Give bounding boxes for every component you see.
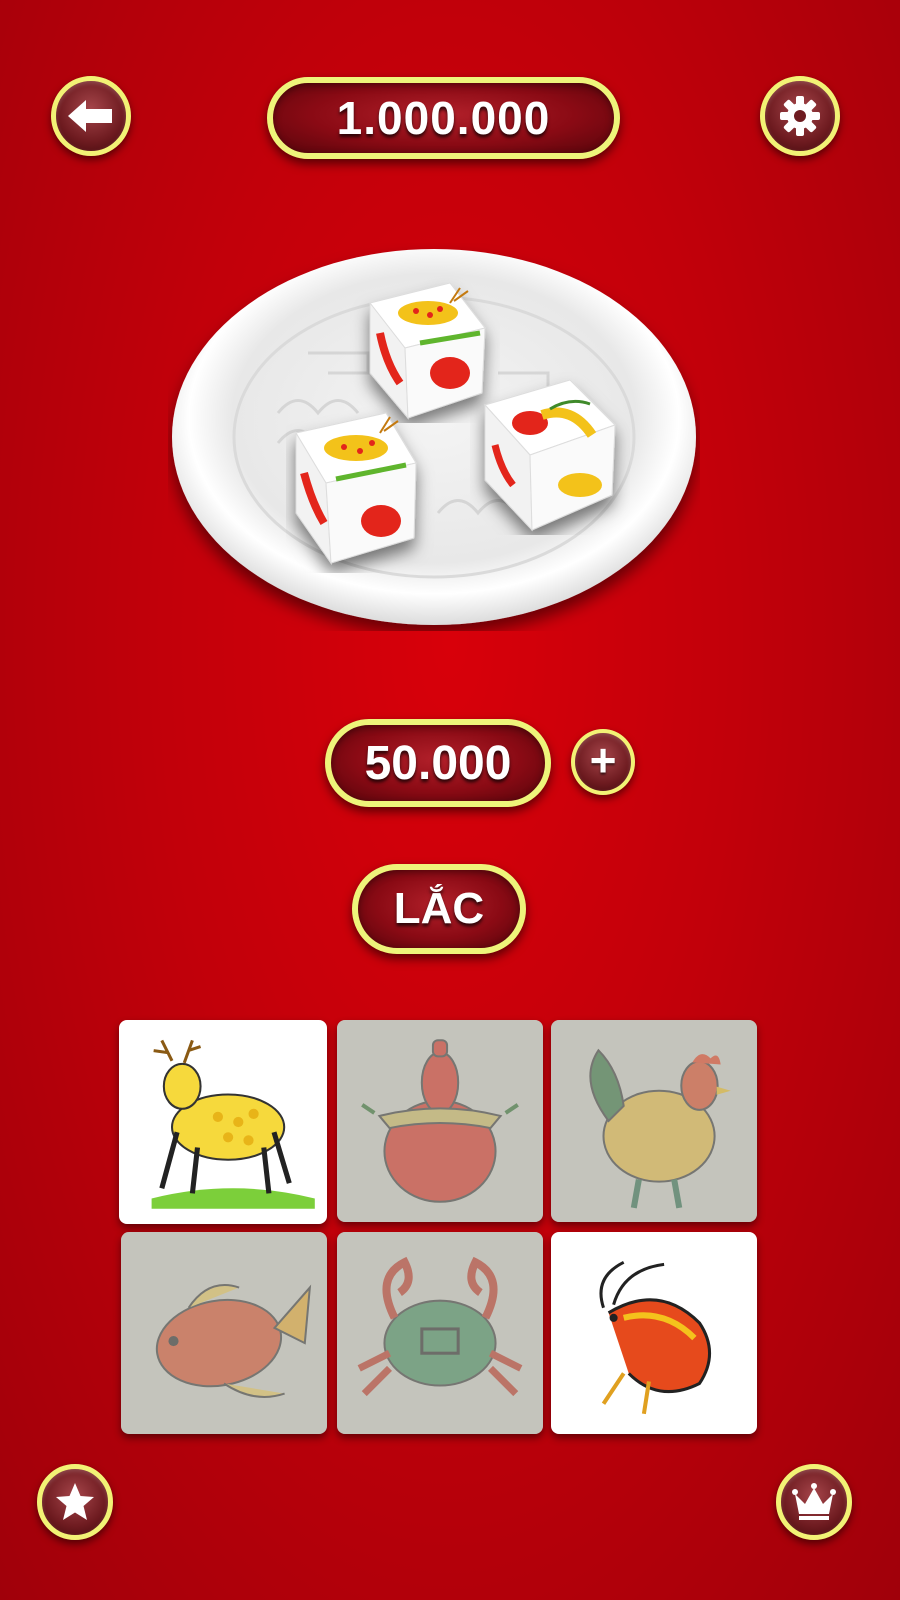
crab-icon — [357, 1256, 523, 1397]
shrimp-icon — [599, 1260, 711, 1415]
tile-deer[interactable] — [119, 1020, 327, 1224]
star-icon — [56, 1483, 94, 1520]
plus-icon: + — [589, 734, 617, 786]
balance-display: 1.000.000 — [267, 77, 620, 159]
die-3 — [484, 379, 616, 532]
tile-gourd[interactable] — [337, 1020, 543, 1222]
gear-icon — [780, 96, 820, 136]
arrow-left-icon — [68, 100, 112, 132]
balance-value: 1.000.000 — [336, 92, 551, 144]
crown-icon — [792, 1483, 836, 1520]
deer-icon — [151, 1039, 315, 1209]
back-button[interactable] — [51, 76, 131, 156]
favorites-button[interactable] — [37, 1464, 113, 1540]
bet-amount-value: 50.000 — [364, 736, 512, 790]
dice-plate — [168, 243, 700, 631]
tile-fish[interactable] — [121, 1232, 327, 1434]
tile-rooster[interactable] — [551, 1020, 757, 1222]
tile-crab[interactable] — [337, 1232, 543, 1434]
shake-button-label: LẮC — [393, 884, 485, 933]
bet-amount-display: 50.000 — [325, 719, 551, 807]
settings-button[interactable] — [760, 76, 840, 156]
gourd-icon — [361, 1039, 519, 1203]
fish-icon — [155, 1284, 312, 1398]
rooster-icon — [589, 1048, 731, 1209]
die-2 — [295, 412, 417, 565]
tile-shrimp[interactable] — [551, 1232, 757, 1434]
shake-button[interactable]: LẮC — [352, 864, 526, 954]
increase-bet-button[interactable]: + — [571, 729, 635, 795]
leaderboard-button[interactable] — [776, 1464, 852, 1540]
